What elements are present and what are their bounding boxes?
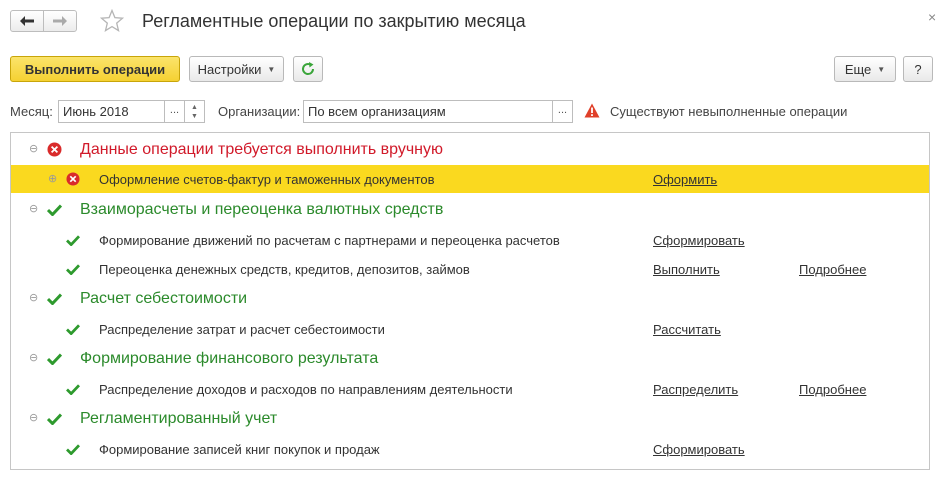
operation-row[interactable]: Формирование движений по расчетам с парт… xyxy=(11,226,929,254)
settings-button[interactable]: Настройки ▼ xyxy=(189,56,284,82)
settings-label: Настройки xyxy=(197,61,262,77)
collapse-icon[interactable]: ⊖ xyxy=(29,411,38,424)
refresh-button[interactable] xyxy=(293,56,323,82)
checkmark-icon xyxy=(46,352,63,368)
operation-action-link[interactable]: Сформировать xyxy=(653,233,745,248)
operation-action-link[interactable]: Сформировать xyxy=(653,442,745,457)
spin-down-icon[interactable]: ▼ xyxy=(191,112,198,121)
collapse-icon[interactable]: ⊖ xyxy=(29,351,38,364)
checkmark-icon xyxy=(66,383,81,398)
help-button[interactable]: ? xyxy=(903,56,933,82)
forward-button[interactable] xyxy=(43,10,77,32)
checkmark-icon xyxy=(46,203,63,219)
operation-action-link[interactable]: Рассчитать xyxy=(653,322,721,337)
error-icon xyxy=(66,172,80,189)
operation-label: Распределение затрат и расчет себестоимо… xyxy=(99,322,385,337)
group-row-manual[interactable]: ⊖ Данные операции требуется выполнить вр… xyxy=(11,136,929,164)
spin-up-icon[interactable]: ▲ xyxy=(191,103,198,112)
chevron-down-icon: ▼ xyxy=(877,64,886,74)
group-title: Данные операции требуется выполнить вруч… xyxy=(80,141,444,158)
group-title: Регламентированный учет xyxy=(80,410,278,427)
warning-text: Существуют невыполненные операции xyxy=(610,104,848,119)
collapse-icon[interactable]: ⊖ xyxy=(29,142,38,155)
expand-icon[interactable]: ⊕ xyxy=(48,172,57,185)
operation-label: Распределение доходов и расходов по напр… xyxy=(99,382,513,397)
operation-row[interactable]: Переоценка денежных средств, кредитов, д… xyxy=(11,255,929,283)
org-select-button[interactable]: ... xyxy=(553,100,573,123)
operation-label: Переоценка денежных средств, кредитов, д… xyxy=(99,262,470,277)
run-operations-label: Выполнить операции xyxy=(24,61,166,77)
collapse-icon[interactable]: ⊖ xyxy=(29,291,38,304)
chevron-down-icon: ▼ xyxy=(267,64,276,74)
month-spinner[interactable]: ▲ ▼ xyxy=(185,100,205,123)
org-label: Организации: xyxy=(218,104,301,119)
operation-action-link[interactable]: Распределить xyxy=(653,382,738,397)
favorite-star-icon[interactable] xyxy=(99,8,125,36)
group-title: Расчет себестоимости xyxy=(80,290,248,307)
operation-action-link[interactable]: Выполнить xyxy=(653,262,720,277)
details-link[interactable]: Подробнее xyxy=(799,262,866,277)
collapse-icon[interactable]: ⊖ xyxy=(29,202,38,215)
run-operations-button[interactable]: Выполнить операции xyxy=(10,56,180,82)
checkmark-icon xyxy=(66,263,81,278)
details-link[interactable]: Подробнее xyxy=(799,382,866,397)
month-select-button[interactable]: ... xyxy=(165,100,185,123)
operation-row[interactable]: Распределение доходов и расходов по напр… xyxy=(11,375,929,403)
month-field[interactable]: Июнь 2018 xyxy=(58,100,165,123)
arrow-right-icon xyxy=(53,16,67,26)
operations-list: ⊖ Данные операции требуется выполнить вр… xyxy=(10,132,930,470)
more-button[interactable]: Еще ▼ xyxy=(834,56,896,82)
checkmark-icon xyxy=(66,234,81,249)
group-row-regulated[interactable]: ⊖ Регламентированный учет xyxy=(11,405,929,433)
operation-label: Оформление счетов-фактур и таможенных до… xyxy=(99,172,435,187)
checkmark-icon xyxy=(46,412,63,428)
operation-action-link[interactable]: Оформить xyxy=(653,172,717,187)
checkmark-icon xyxy=(46,292,63,308)
warning-icon xyxy=(584,103,600,121)
operation-label: Формирование движений по расчетам с парт… xyxy=(99,233,560,248)
group-title: Взаиморасчеты и переоценка валютных сред… xyxy=(80,201,444,218)
group-row-settlements[interactable]: ⊖ Взаиморасчеты и переоценка валютных ср… xyxy=(11,196,929,224)
group-row-financial-result[interactable]: ⊖ Формирование финансового результата xyxy=(11,345,929,373)
page-title: Регламентные операции по закрытию месяца xyxy=(142,11,526,31)
operation-label: Формирование записей книг покупок и прод… xyxy=(99,442,380,457)
arrow-left-icon xyxy=(20,16,34,26)
error-icon xyxy=(47,142,62,160)
refresh-icon xyxy=(302,62,315,75)
operation-row[interactable]: ⊕ Оформление счетов-фактур и таможенных … xyxy=(11,165,929,193)
group-row-cost[interactable]: ⊖ Расчет себестоимости xyxy=(11,285,929,313)
back-button[interactable] xyxy=(10,10,44,32)
group-title: Формирование финансового результата xyxy=(80,350,379,367)
more-label: Еще xyxy=(844,61,872,77)
close-icon[interactable]: × xyxy=(928,9,936,25)
checkmark-icon xyxy=(66,443,81,458)
help-label: ? xyxy=(914,61,922,77)
operation-row[interactable]: Формирование записей книг покупок и прод… xyxy=(11,435,929,463)
checkmark-icon xyxy=(66,323,81,338)
operation-row[interactable]: Распределение затрат и расчет себестоимо… xyxy=(11,315,929,343)
org-field[interactable]: По всем организациям xyxy=(303,100,553,123)
month-label: Месяц: xyxy=(10,104,53,119)
